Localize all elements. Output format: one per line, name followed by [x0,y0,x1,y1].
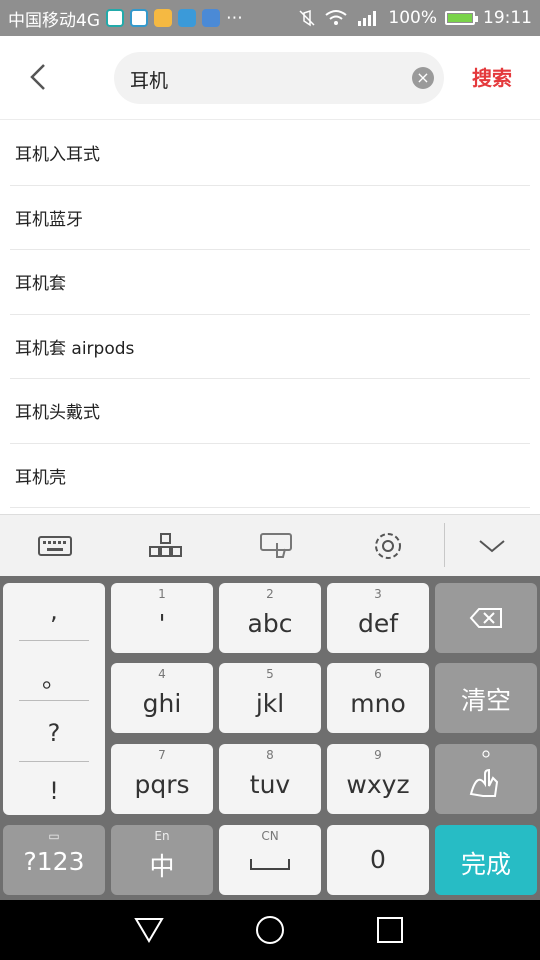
key-3[interactable]: 3 def [327,583,429,653]
handwriting-icon[interactable] [259,531,295,561]
nav-recents-icon[interactable] [376,916,404,944]
punct-exclaim[interactable]: ! [3,777,105,805]
keypad-layout-icon[interactable] [148,531,184,561]
nav-back-icon[interactable] [134,916,164,944]
gesture-hand-icon [469,750,499,797]
space-key[interactable]: CN [219,825,321,895]
collapse-keyboard-icon[interactable] [474,531,510,561]
back-arrow-icon[interactable] [24,62,54,92]
suggestion-list: 耳机入耳式 耳机蓝牙 耳机套 耳机套 airpods 耳机头戴式 耳机壳 [0,121,540,508]
symbols-mini-icon: ▭ [48,829,60,843]
punct-comma[interactable]: , [3,597,105,625]
key-8[interactable]: 8 tuv [219,744,321,814]
key-5[interactable]: 5 jkl [219,663,321,733]
app-icon-1 [106,9,124,27]
key-7[interactable]: 7 pqrs [111,744,213,814]
divider [19,640,89,641]
gesture-key[interactable] [435,744,537,814]
key-0[interactable]: 0 [327,825,429,895]
clear-key[interactable]: 清空 [435,663,537,733]
app-icon-4 [178,9,196,27]
key-4[interactable]: 4 ghi [111,663,213,733]
keyboard-toolbar [0,514,540,576]
search-input[interactable]: 耳机 × [114,52,444,104]
suggestion-item[interactable]: 耳机套 [10,250,530,315]
punct-period[interactable]: 。 [3,659,105,694]
app-icon-5 [202,9,220,27]
battery-percent: 100% [388,8,437,28]
clear-search-icon[interactable]: × [412,67,434,89]
signal-icon [358,11,377,26]
mute-icon [299,9,315,27]
key-1[interactable]: 1 ' [111,583,213,653]
search-query[interactable]: 耳机 [130,66,168,93]
app-icon-2 [130,9,148,27]
suggestion-item[interactable]: 耳机套 airpods [10,315,530,379]
key-2[interactable]: 2 abc [219,583,321,653]
language-key[interactable]: En 中 [111,825,213,895]
backspace-key[interactable] [435,583,537,653]
punctuation-column[interactable]: , 。 ? ! [3,583,105,815]
suggestion-item[interactable]: 耳机入耳式 [10,121,530,186]
divider [19,700,89,701]
system-nav-bar [0,900,540,960]
nav-home-icon[interactable] [254,914,286,946]
punct-question[interactable]: ? [3,719,105,747]
wifi-icon [325,10,348,25]
suggestion-item[interactable]: 耳机头戴式 [10,379,530,444]
settings-gear-icon[interactable] [370,531,406,561]
search-header: 耳机 × 搜索 [0,36,540,120]
carrier-label: 中国移动4G [8,10,100,31]
toolbar-divider [444,523,445,567]
key-6[interactable]: 6 mno [327,663,429,733]
app-icon-3 [154,9,172,27]
done-key[interactable]: 完成 [435,825,537,895]
keyboard: , 。 ? ! 1 ' 2 abc 3 def 4 ghi 5 jkl 6 mn… [0,576,540,900]
clock: 19:11 [483,8,532,28]
keyboard-icon[interactable] [37,531,73,561]
suggestion-item[interactable]: 耳机蓝牙 [10,186,530,250]
battery-icon [445,11,478,25]
search-button[interactable]: 搜索 [472,62,512,91]
divider [19,761,89,762]
more-icon: ⋯ [226,8,243,28]
suggestion-item[interactable]: 耳机壳 [10,444,530,508]
symbols-key[interactable]: ▭ ?123 [3,825,105,895]
status-bar: 中国移动4G ⋯ 100% 19:11 [0,0,540,36]
key-9[interactable]: 9 wxyz [327,744,429,814]
backspace-icon [469,608,502,628]
space-bar-icon [250,859,290,870]
